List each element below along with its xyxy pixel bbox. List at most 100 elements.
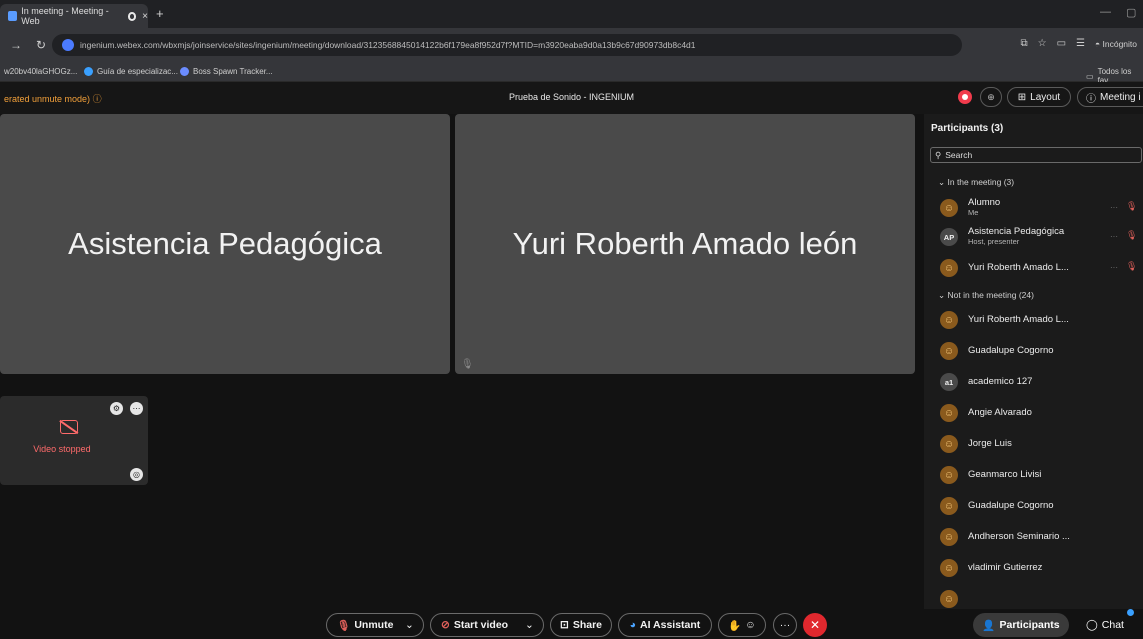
ai-assistant-label: AI Assistant xyxy=(640,619,701,631)
raise-hand-icon[interactable]: ✋ xyxy=(728,619,741,632)
browser-tab[interactable]: In meeting - Meeting - Web × xyxy=(0,4,148,28)
meeting-info-button[interactable]: ⓘ Meeting i xyxy=(1077,87,1143,107)
new-tab-button[interactable]: + xyxy=(156,6,164,21)
info-icon: ⓘ xyxy=(1086,93,1096,105)
participants-button[interactable]: 👤 Participants xyxy=(973,613,1069,637)
browser-right-controls: ⧉ ☆ ▭ ☰ ◓ Incógnito xyxy=(1020,38,1137,49)
participant-role: Host, presenter xyxy=(968,237,1020,246)
avatar-person-icon: ☺ xyxy=(940,259,958,277)
browser-toolbar: → ↻ ingenium.webex.com/wbxmjs/joinservic… xyxy=(0,28,1143,62)
chat-button[interactable]: ◯ Chat xyxy=(1080,613,1143,637)
more-options-icon: ··· xyxy=(779,619,791,631)
participant-row[interactable]: ☺ Geanmarco Livisi xyxy=(940,464,1140,488)
meeting-header: erated unmute mode) ⓘ Prueba de Sonido -… xyxy=(0,82,1143,114)
layout-button[interactable]: ⊞ Layout xyxy=(1007,87,1071,107)
unmute-button[interactable]: 🎙︎ Unmute ⌄ xyxy=(326,613,424,637)
cast-icon[interactable]: ▭ xyxy=(1057,38,1066,49)
participant-row[interactable]: ☺ Guadalupe Cogorno xyxy=(940,495,1140,519)
recording-icon[interactable] xyxy=(958,90,972,104)
avatar-person-icon: ☺ xyxy=(940,342,958,360)
incognito-label: Incógnito xyxy=(1102,38,1138,49)
more-options-icon[interactable]: ··· xyxy=(1110,232,1118,241)
participant-row[interactable]: ☺ Yuri Roberth Amado L... ··· 🎙︎ xyxy=(940,257,1140,281)
more-options-icon[interactable]: ··· xyxy=(1110,203,1118,212)
end-call-button[interactable]: ✕ xyxy=(803,613,827,637)
avatar-person-icon: ☺ xyxy=(940,497,958,515)
participant-row[interactable]: a1 academico 127 xyxy=(940,371,1140,395)
chevron-down-icon[interactable]: ⌄ xyxy=(405,619,414,631)
participant-row[interactable]: ☺ vladimir Gutierrez xyxy=(940,557,1140,581)
forward-icon[interactable]: → xyxy=(10,38,22,52)
close-icon: ✕ xyxy=(809,618,821,632)
participant-row[interactable]: ☺ Yuri Roberth Amado L... xyxy=(940,309,1140,333)
translate-icon[interactable]: ⧉ xyxy=(1020,38,1027,49)
ai-assistant-button[interactable]: ◕ AI Assistant xyxy=(618,613,712,637)
more-options-button[interactable]: ··· xyxy=(773,613,797,637)
chevron-down-icon: ⌄ xyxy=(938,177,946,187)
self-view-more-icon[interactable]: ⋯ xyxy=(130,402,143,415)
reactions-group[interactable]: ✋ ☺ xyxy=(718,613,766,637)
incognito-badge[interactable]: ◓ Incógnito xyxy=(1095,39,1137,49)
avatar-person-icon: ☺ xyxy=(940,199,958,217)
bookmark-item[interactable]: Guía de especializac... xyxy=(84,67,178,76)
participant-name: Guadalupe Cogorno xyxy=(968,345,1054,356)
participants-search[interactable]: ⚲ Search xyxy=(930,147,1142,163)
participant-role: Me xyxy=(968,208,979,217)
participants-panel: Participants (3) ⚲ Search ⌄ In the meeti… xyxy=(924,114,1143,609)
video-tile-asistencia[interactable]: Asistencia Pedagógica xyxy=(0,114,450,374)
self-view[interactable]: ⚙ ⋯ Video stopped ◎ xyxy=(0,396,148,485)
chat-label: Chat xyxy=(1101,619,1124,631)
participant-name: Asistencia Pedagógica xyxy=(968,226,1065,237)
incognito-icon: ◓ xyxy=(1094,38,1101,49)
bookmarks-bar: w20bv40laGHOGz... Guía de especializac..… xyxy=(0,62,1143,85)
chevron-down-icon[interactable]: ⌄ xyxy=(525,619,534,631)
participant-name: academico 127 xyxy=(968,376,1033,387)
avatar-person-icon: ☺ xyxy=(940,435,958,453)
bookmark-item[interactable]: w20bv40laGHOGz... xyxy=(4,67,77,76)
tab-close-button[interactable]: × xyxy=(142,11,148,22)
folder-icon: ▭ xyxy=(1086,71,1094,81)
video-tile-yuri[interactable]: Yuri Roberth Amado león 🎙︎ xyxy=(455,114,915,374)
bookmark-favicon-icon xyxy=(84,67,93,76)
avatar-person-icon: ☺ xyxy=(940,528,958,546)
zoom-button[interactable]: ⊕ xyxy=(980,87,1002,107)
participant-row-partial[interactable]: ☺ xyxy=(940,588,1140,609)
participant-row[interactable]: AP Asistencia Pedagógica Host, presenter… xyxy=(940,226,1140,250)
muted-mic-icon[interactable]: 🎙︎ xyxy=(1126,201,1137,212)
background-effects-icon[interactable]: ◎ xyxy=(130,468,143,481)
ai-assistant-icon: ◕ xyxy=(629,619,637,631)
section-label: In the meeting (3) xyxy=(947,177,1015,187)
tile-participant-name: Yuri Roberth Amado león xyxy=(512,226,858,261)
maximize-icon[interactable]: ▢ xyxy=(1126,6,1136,19)
minimize-icon[interactable]: — xyxy=(1100,6,1111,18)
in-meeting-section-header[interactable]: ⌄ In the meeting (3) xyxy=(938,177,1014,188)
participant-row[interactable]: ☺ Andherson Seminario ... xyxy=(940,526,1140,550)
bookmark-label: Boss Spawn Tracker... xyxy=(193,67,273,76)
address-bar[interactable]: ingenium.webex.com/wbxmjs/joinservice/si… xyxy=(52,34,962,56)
camera-off-icon xyxy=(60,420,78,434)
avatar-person-icon: ☺ xyxy=(940,404,958,422)
participant-name: Geanmarco Livisi xyxy=(968,469,1042,480)
more-options-icon[interactable]: ··· xyxy=(1110,263,1118,272)
muted-mic-icon[interactable]: 🎙︎ xyxy=(1126,261,1137,272)
site-info-icon[interactable] xyxy=(62,39,74,51)
reading-list-icon[interactable]: ☰ xyxy=(1076,38,1085,49)
bookmark-star-icon[interactable]: ☆ xyxy=(1038,38,1047,49)
participant-name: Jorge Luis xyxy=(968,438,1012,449)
not-in-meeting-section-header[interactable]: ⌄ Not in the meeting (24) xyxy=(938,290,1034,301)
participant-row[interactable]: ☺ Angie Alvarado xyxy=(940,402,1140,426)
reload-icon[interactable]: ↻ xyxy=(36,38,46,52)
start-video-button[interactable]: ⊘ Start video ⌄ xyxy=(430,613,544,637)
share-button[interactable]: ⊡ Share xyxy=(550,613,612,637)
participant-row[interactable]: ☺ Jorge Luis xyxy=(940,433,1140,457)
reactions-icon[interactable]: ☺ xyxy=(745,619,756,631)
self-view-settings-icon[interactable]: ⚙ xyxy=(110,402,123,415)
meeting-controls-bar: 🎙︎ Unmute ⌄ ⊘ Start video ⌄ ⊡ Share ◕ AI… xyxy=(0,609,1143,639)
participant-row[interactable]: ☺ Guadalupe Cogorno xyxy=(940,340,1140,364)
zoom-icon: ⊕ xyxy=(987,91,995,102)
participant-row[interactable]: ☺ Alumno Me ··· 🎙︎ xyxy=(940,197,1140,221)
bookmark-item[interactable]: Boss Spawn Tracker... xyxy=(180,67,273,76)
search-placeholder: Search xyxy=(945,150,973,160)
muted-mic-icon[interactable]: 🎙︎ xyxy=(1126,230,1137,241)
search-icon: ⚲ xyxy=(935,149,942,160)
